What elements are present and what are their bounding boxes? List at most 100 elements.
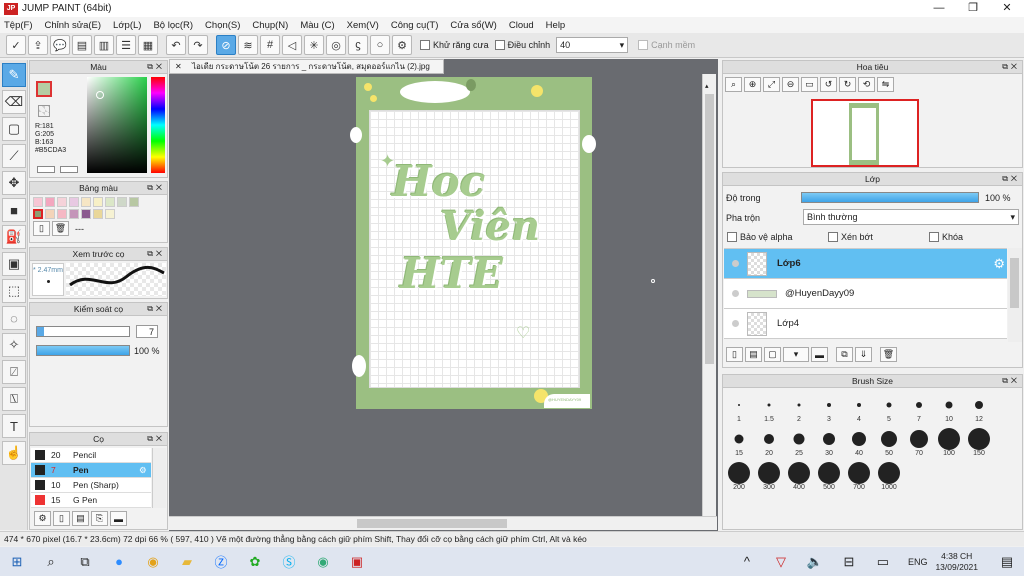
brush-size-cell[interactable]: 4 xyxy=(844,390,874,424)
brush-menu-icon[interactable]: ▤ xyxy=(72,511,89,526)
zoom-out-icon[interactable]: ⊖ xyxy=(782,77,799,92)
eraser-tool-icon[interactable]: ⌫ xyxy=(2,90,26,114)
jump-paint-taskbar-icon[interactable]: ▣ xyxy=(343,550,371,574)
gradient-tool-icon[interactable]: ▣ xyxy=(2,252,26,276)
brush-size-cell[interactable]: 40 xyxy=(844,424,874,458)
list-icon[interactable]: ☰ xyxy=(116,35,136,55)
menu-capture[interactable]: Chụp(N) xyxy=(252,20,288,31)
notification-icon[interactable]: ▤ xyxy=(993,550,1021,574)
brush-size-cell[interactable]: 20 xyxy=(754,424,784,458)
brush-item-pencil[interactable]: 20 Pencil xyxy=(31,448,151,463)
blend-select[interactable]: Bình thường xyxy=(803,209,1019,225)
menu-help[interactable]: Help xyxy=(546,20,566,31)
brush-size-cell[interactable]: 70 xyxy=(904,424,934,458)
merge-layer-icon[interactable]: ⇓ xyxy=(855,347,872,362)
menu-window[interactable]: Cửa sổ(W) xyxy=(450,20,496,31)
page-icon[interactable]: ▥ xyxy=(94,35,114,55)
language-indicator[interactable]: ENG xyxy=(908,557,928,567)
brush-list-scrollbar[interactable] xyxy=(152,448,166,508)
palette-swatch[interactable] xyxy=(105,197,115,207)
brush-item-pen[interactable]: 7 Pen ⚙ xyxy=(31,463,151,478)
palette-swatch[interactable] xyxy=(45,209,55,219)
bucket-tool-icon[interactable]: ⛽ xyxy=(2,225,26,249)
protect-alpha-checkbox[interactable] xyxy=(727,232,737,242)
restore-icon[interactable]: ❐ xyxy=(956,0,990,17)
brush-size-cell[interactable]: 10 xyxy=(934,390,964,424)
brush-control-buttons-icon[interactable]: ⧉✕ xyxy=(147,303,165,315)
brush-size-cell[interactable]: 50 xyxy=(874,424,904,458)
palette-swatch[interactable] xyxy=(117,197,127,207)
layer-list-scrollbar[interactable] xyxy=(1008,248,1022,342)
artwork-canvas[interactable]: Hoc Viên HTE ✦ ♡ @HUYENDAYY09 xyxy=(350,77,596,409)
color-swap-button[interactable] xyxy=(60,166,78,173)
new-layer-icon[interactable]: ▯ xyxy=(726,347,743,362)
menu-layer[interactable]: Lớp(L) xyxy=(113,20,141,31)
visibility-icon[interactable] xyxy=(732,320,739,327)
pen-tool-icon[interactable]: ✎ xyxy=(2,63,26,87)
palette-swatch[interactable] xyxy=(57,209,67,219)
magic-wand-tool-icon[interactable]: ✧ xyxy=(2,333,26,357)
brush-size-cell[interactable]: 100 xyxy=(934,424,964,458)
task-view-icon[interactable]: ⧉ xyxy=(71,550,99,574)
adjust-select[interactable]: 40 xyxy=(556,37,629,53)
brush-mode-icon[interactable]: ✓ xyxy=(6,35,26,55)
palette-swatch[interactable] xyxy=(81,209,91,219)
select-rect-tool-icon[interactable]: ⬚ xyxy=(2,279,26,303)
layer-row-lop4[interactable]: Lớp4 xyxy=(724,309,1007,339)
document-tab[interactable]: ไอเดีย กระดาษโน้ต 26 รายการ _ กระดาษโน้ต… xyxy=(169,59,444,74)
fit-icon[interactable]: ⤢ xyxy=(763,77,780,92)
fill-rect-tool-icon[interactable]: ■ xyxy=(2,198,26,222)
duplicate-layer-icon[interactable]: ⧉ xyxy=(836,347,853,362)
clock-time[interactable]: 4:38 CH xyxy=(935,551,978,562)
actual-size-icon[interactable]: ▭ xyxy=(801,77,818,92)
concentric-snap-icon[interactable]: ◎ xyxy=(326,35,346,55)
menu-tools[interactable]: Công cụ(T) xyxy=(391,20,439,31)
line-tool-icon[interactable]: ⟋ xyxy=(2,144,26,168)
zoom-in-icon[interactable]: ⊕ xyxy=(744,77,761,92)
lasso-tool-icon[interactable]: ◌ xyxy=(2,306,26,330)
brush-size-cell[interactable]: 150 xyxy=(964,424,994,458)
clip-checkbox[interactable] xyxy=(828,232,838,242)
zoom-icon[interactable]: ⌕ xyxy=(725,77,742,92)
grid-check-icon[interactable]: ▦ xyxy=(138,35,158,55)
canvas-horizontal-scrollbar[interactable] xyxy=(169,516,717,530)
antialias-checkbox[interactable] xyxy=(420,40,430,50)
no-snap-icon[interactable]: ⊘ xyxy=(216,35,236,55)
palette-swatch[interactable] xyxy=(81,197,91,207)
tray-app-icon[interactable]: ▽ xyxy=(767,550,795,574)
brush-size-cell[interactable]: 1000 xyxy=(874,458,904,492)
palette-swatch[interactable] xyxy=(45,197,55,207)
brush-settings-icon[interactable]: ⚙ xyxy=(34,511,51,526)
skype-icon[interactable]: Ⓢ xyxy=(275,550,303,574)
chrome-profile-icon[interactable]: ◉ xyxy=(309,550,337,574)
palette-swatch[interactable] xyxy=(129,197,139,207)
brush-size-cell[interactable]: 1 xyxy=(724,390,754,424)
brush-size-cell[interactable]: 1.5 xyxy=(754,390,784,424)
navigator-buttons-icon[interactable]: ⧉✕ xyxy=(1002,61,1020,73)
palette-swatch[interactable] xyxy=(33,197,43,207)
gear-icon[interactable]: ⚙ xyxy=(139,465,147,476)
palette-swatch[interactable] xyxy=(105,209,115,219)
brush-item-pen-sharp[interactable]: 10 Pen (Sharp) xyxy=(31,478,151,493)
tab-close-icon[interactable]: ✕ xyxy=(175,60,182,73)
layer-menu-icon[interactable]: ▾ xyxy=(783,347,809,362)
brush-size-cell[interactable]: 200 xyxy=(724,458,754,492)
chat-icon[interactable]: 💬 xyxy=(50,35,70,55)
color-mode-button[interactable] xyxy=(37,166,55,173)
navigator-preview[interactable] xyxy=(811,99,919,167)
grid-snap-icon[interactable]: # xyxy=(260,35,280,55)
brush-size-cell[interactable]: 5 xyxy=(874,390,904,424)
layer-opacity-slider[interactable] xyxy=(801,192,979,203)
new-layer-8bit-icon[interactable]: ▤ xyxy=(745,347,762,362)
comment-icon[interactable]: ▤ xyxy=(72,35,92,55)
windows-start-icon[interactable]: ⊞ xyxy=(3,550,31,574)
reset-rotation-icon[interactable]: ⟲ xyxy=(858,77,875,92)
brush-preview-buttons-icon[interactable]: ⧉✕ xyxy=(147,248,165,260)
chrome-icon[interactable]: ◉ xyxy=(139,550,167,574)
brush-size-cell[interactable]: 7 xyxy=(904,390,934,424)
menu-edit[interactable]: Chỉnh sửa(E) xyxy=(45,20,102,31)
tray-up-icon[interactable]: ^ xyxy=(733,550,761,574)
minimize-icon[interactable]: — xyxy=(922,0,956,17)
volume-icon[interactable]: 🔈 xyxy=(801,550,829,574)
palette-swatch[interactable] xyxy=(93,197,103,207)
